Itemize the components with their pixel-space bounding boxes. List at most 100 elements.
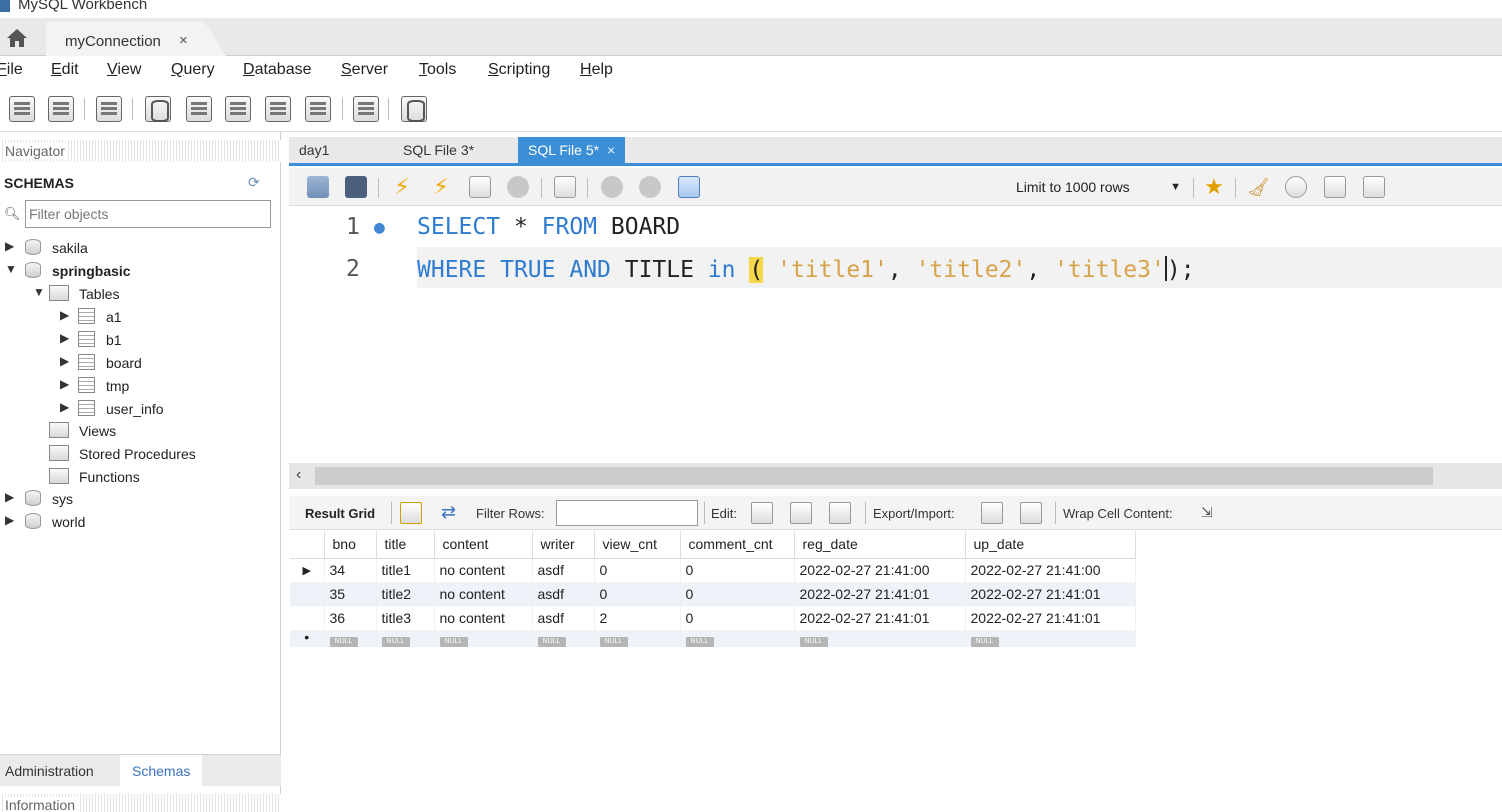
new-sql-tab-icon[interactable] bbox=[9, 96, 35, 122]
table-row[interactable]: ▶ 34 title1 no content asdf 0 0 2022-02-… bbox=[290, 558, 1136, 582]
grid-cell[interactable]: 2022-02-27 21:41:00 bbox=[794, 558, 966, 582]
open-sql-script-icon[interactable] bbox=[48, 96, 74, 122]
delete-row-icon[interactable] bbox=[829, 502, 851, 524]
table-item[interactable]: ▶ b1 bbox=[60, 329, 270, 351]
refresh-icon[interactable]: ⟳ bbox=[248, 174, 260, 191]
wrap-cell-icon[interactable]: ⇲ bbox=[1201, 504, 1213, 521]
expand-arrow-icon[interactable]: ▶ bbox=[60, 354, 69, 368]
collapse-arrow-icon[interactable]: ▼ bbox=[5, 262, 17, 276]
auto-commit-icon[interactable] bbox=[678, 176, 700, 198]
close-icon[interactable]: × bbox=[179, 32, 188, 49]
tree-tables[interactable]: ▼ Tables bbox=[33, 283, 273, 305]
stop-icon[interactable] bbox=[507, 176, 529, 198]
grid-cell[interactable]: NULL bbox=[376, 630, 435, 647]
tree-views[interactable]: Views bbox=[49, 420, 274, 442]
tab-sql-file-3[interactable]: SQL File 3* bbox=[403, 137, 474, 163]
grid-cell[interactable]: NULL bbox=[324, 630, 377, 647]
grid-cell[interactable]: NULL bbox=[794, 630, 966, 647]
grid-cell[interactable]: NULL bbox=[965, 630, 1136, 647]
expand-arrow-icon[interactable]: ▶ bbox=[5, 490, 14, 504]
expand-arrow-icon[interactable]: ▶ bbox=[60, 308, 69, 322]
grid-cell[interactable]: 2022-02-27 21:41:01 bbox=[965, 606, 1136, 630]
create-view-icon[interactable] bbox=[225, 96, 251, 122]
grid-layout-icon[interactable] bbox=[400, 502, 422, 524]
tree-functions[interactable]: Functions bbox=[49, 466, 274, 488]
grid-cell[interactable]: 2022-02-27 21:41:01 bbox=[794, 582, 966, 606]
grid-cell[interactable]: 36 bbox=[324, 606, 377, 630]
execute-statement-icon[interactable]: ⚡ bbox=[430, 176, 452, 198]
grid-cell[interactable]: 0 bbox=[680, 582, 795, 606]
grid-cell[interactable]: 0 bbox=[680, 558, 795, 582]
grid-cell[interactable]: NULL bbox=[594, 630, 681, 647]
grid-cell[interactable]: 0 bbox=[680, 606, 795, 630]
menu-help[interactable]: Help bbox=[580, 61, 613, 79]
column-header[interactable]: writer bbox=[532, 531, 595, 559]
grid-cell[interactable]: title3 bbox=[376, 606, 435, 630]
grid-cell[interactable]: 2 bbox=[594, 606, 681, 630]
insert-row-icon[interactable] bbox=[790, 502, 812, 524]
grid-cell[interactable]: 0 bbox=[594, 558, 681, 582]
schema-sakila[interactable]: ▶ sakila bbox=[5, 237, 275, 259]
grid-cell[interactable]: NULL bbox=[680, 630, 795, 647]
grid-cell[interactable]: NULL bbox=[434, 630, 533, 647]
tree-stored-procedures[interactable]: Stored Procedures bbox=[49, 443, 274, 465]
grid-cell[interactable]: NULL bbox=[532, 630, 595, 647]
import-icon[interactable] bbox=[1020, 502, 1042, 524]
tab-day1[interactable]: day1 bbox=[299, 137, 329, 163]
inspect-object-icon[interactable] bbox=[96, 96, 122, 122]
expand-arrow-icon[interactable]: ▶ bbox=[60, 331, 69, 345]
menu-database[interactable]: Database bbox=[243, 61, 312, 79]
create-procedure-icon[interactable] bbox=[265, 96, 291, 122]
wrap-lines-icon[interactable] bbox=[1363, 176, 1385, 198]
grid-cell[interactable]: 2022-02-27 21:41:01 bbox=[965, 582, 1136, 606]
grid-cell[interactable]: asdf bbox=[532, 558, 595, 582]
column-header[interactable]: comment_cnt bbox=[680, 531, 795, 559]
filter-rows-input[interactable] bbox=[556, 500, 698, 526]
expand-arrow-icon[interactable]: ▶ bbox=[5, 239, 14, 253]
table-item[interactable]: ▶ board bbox=[60, 352, 270, 374]
table-row[interactable]: 36 title3 no content asdf 2 0 2022-02-27… bbox=[290, 606, 1136, 630]
grid-cell[interactable]: title2 bbox=[376, 582, 435, 606]
grid-cell[interactable]: 35 bbox=[324, 582, 377, 606]
create-table-icon[interactable] bbox=[186, 96, 212, 122]
menu-scripting[interactable]: Scripting bbox=[488, 61, 550, 79]
column-header[interactable]: title bbox=[376, 531, 435, 559]
grid-cell[interactable]: no content bbox=[434, 582, 533, 606]
column-header[interactable]: bno bbox=[324, 531, 377, 559]
column-header[interactable]: content bbox=[434, 531, 533, 559]
beautify-icon[interactable]: 🧹︎ bbox=[1247, 176, 1270, 198]
grid-cell[interactable]: 34 bbox=[324, 558, 377, 582]
collapse-arrow-icon[interactable]: ▼ bbox=[33, 285, 45, 299]
filter-objects-input[interactable] bbox=[25, 200, 271, 228]
tab-administration[interactable]: Administration bbox=[5, 763, 94, 779]
limit-rows-select[interactable]: Limit to 1000 rows ▼ bbox=[1013, 175, 1185, 199]
sql-code-editor[interactable]: 1 ● SELECT * FROM BOARD 2 WHERE TRUE AND… bbox=[289, 207, 1502, 462]
menu-view[interactable]: View bbox=[107, 61, 141, 79]
grid-cell[interactable]: no content bbox=[434, 606, 533, 630]
expand-arrow-icon[interactable]: ▶ bbox=[60, 377, 69, 391]
scrollbar-thumb[interactable] bbox=[315, 467, 1433, 485]
tab-schemas[interactable]: Schemas bbox=[120, 755, 203, 787]
save-icon[interactable] bbox=[345, 176, 367, 198]
menu-server[interactable]: Server bbox=[341, 61, 388, 79]
commit-icon[interactable] bbox=[601, 176, 623, 198]
rollback-icon[interactable] bbox=[639, 176, 661, 198]
edit-row-icon[interactable] bbox=[751, 502, 773, 524]
schema-world[interactable]: ▶ world bbox=[5, 511, 275, 533]
schema-springbasic[interactable]: ▼ springbasic bbox=[5, 260, 275, 282]
search-table-data-icon[interactable] bbox=[353, 96, 379, 122]
schema-sys[interactable]: ▶ sys bbox=[5, 488, 275, 510]
invisible-chars-icon[interactable] bbox=[1324, 176, 1346, 198]
chevron-left-icon[interactable]: ‹ bbox=[296, 466, 301, 484]
result-grid-label[interactable]: Result Grid bbox=[305, 506, 375, 521]
grid-cell[interactable]: asdf bbox=[532, 582, 595, 606]
new-row[interactable]: • NULL NULL NULL NULL NULL NULL NULL NUL… bbox=[290, 630, 1136, 647]
connection-tab[interactable]: myConnection × bbox=[46, 22, 226, 56]
toggle-errors-icon[interactable] bbox=[554, 176, 576, 198]
grid-cell[interactable]: 2022-02-27 21:41:00 bbox=[965, 558, 1136, 582]
expand-arrow-icon[interactable]: ▶ bbox=[5, 513, 14, 527]
table-item[interactable]: ▶ user_info bbox=[60, 398, 270, 420]
home-icon[interactable] bbox=[4, 26, 30, 50]
explain-icon[interactable] bbox=[469, 176, 491, 198]
editor-horizontal-scrollbar[interactable]: ‹ bbox=[289, 463, 1502, 489]
